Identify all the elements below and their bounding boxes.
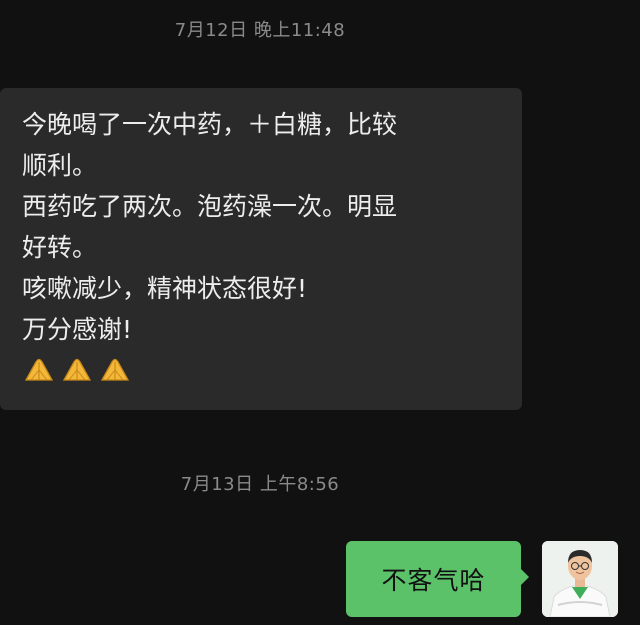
- message-line: 西药吃了两次。泡药澡一次。明显: [22, 192, 398, 221]
- message-line: 今晚喝了一次中药，＋白糖，比较: [22, 110, 398, 139]
- timestamp: 7月13日 上午8:56: [180, 474, 340, 495]
- message-line: 咳嗽减少，精神状态很好!: [22, 274, 308, 303]
- incoming-message-bubble[interactable]: 今晚喝了一次中药，＋白糖，比较 顺利。 西药吃了两次。泡药澡一次。明显 好转。 …: [0, 88, 522, 410]
- timestamp: 7月12日 晚上11:48: [174, 20, 346, 41]
- emoji-row: [22, 356, 522, 382]
- avatar-image: [542, 541, 618, 617]
- folded-hands-icon: [98, 356, 132, 382]
- folded-hands-icon: [60, 356, 94, 382]
- folded-hands-icon: [22, 356, 56, 382]
- doctor-avatar[interactable]: [542, 541, 618, 617]
- outgoing-message-bubble[interactable]: 不客气哈: [346, 541, 529, 617]
- message-line: 万分感谢!: [22, 315, 133, 344]
- outgoing-message-text: 不客气哈: [381, 566, 486, 595]
- message-line: 好转。: [22, 233, 98, 262]
- message-line: 顺利。: [22, 151, 98, 180]
